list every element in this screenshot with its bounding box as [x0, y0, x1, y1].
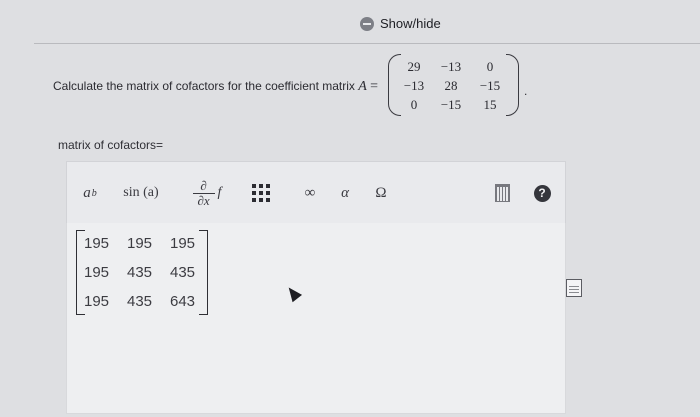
question-text: Calculate the matrix of cofactors for th… [53, 79, 378, 95]
matrix-variable: A [358, 79, 367, 94]
show-hide-label: Show/hide [380, 16, 441, 31]
spreadsheet-icon[interactable] [566, 279, 582, 297]
matrix-a-cell: −15 [479, 78, 501, 93]
divider [34, 43, 700, 44]
equals-sign: = [370, 79, 379, 94]
matrix-a-row: 0 −15 15 [397, 95, 509, 114]
power-base: a [83, 184, 91, 201]
matrix-grid-icon [252, 184, 270, 202]
infinity-button[interactable]: ∞ [299, 171, 321, 215]
omega-button[interactable]: Ω [371, 171, 391, 215]
partial-numerator: ∂ [200, 177, 207, 193]
cofactor-cell[interactable]: 435 [127, 290, 170, 319]
matrix-a-row: −13 28 −15 [397, 76, 509, 95]
cofactor-cell[interactable]: 195 [84, 290, 127, 319]
matrix-a-cell: 29 [407, 59, 421, 74]
cofactor-cell[interactable]: 195 [84, 232, 127, 261]
matrix-a-cell: 0 [486, 59, 494, 74]
matrix-a-cell: −13 [440, 59, 462, 74]
matrix-a-row: 29 −13 0 [397, 57, 509, 76]
help-icon: ? [533, 184, 551, 202]
matrix-a-cell: −15 [440, 97, 462, 112]
cofactor-cell[interactable]: 195 [84, 261, 127, 290]
matrix-a: 29 −13 0 −13 28 −15 0 −15 15 [397, 57, 509, 114]
partial-fraction: ∂ ∂x [192, 177, 215, 208]
power-button[interactable]: ab [73, 171, 107, 215]
show-hide-toggle[interactable]: Show/hide [360, 16, 441, 31]
cofactor-matrix[interactable]: 195 195 195 195 435 435 195 435 643 [84, 232, 213, 319]
omega-symbol: Ω [375, 184, 387, 201]
minus-circle-icon [360, 16, 374, 31]
sin-button[interactable]: sin (a) [115, 171, 167, 215]
right-paren [506, 54, 519, 116]
sin-label: sin (a) [123, 185, 159, 200]
cofactor-cell[interactable]: 195 [127, 232, 170, 261]
period: . [524, 84, 528, 98]
matrix-a-cell: 15 [483, 97, 497, 112]
partial-function: f [217, 185, 222, 200]
cofactor-row: 195 435 643 [84, 290, 213, 319]
matrix-button[interactable] [247, 171, 275, 215]
right-bracket [199, 230, 208, 315]
cofactor-cell[interactable]: 435 [127, 261, 170, 290]
infinity-symbol: ∞ [304, 184, 316, 201]
cofactor-row: 195 435 435 [84, 261, 213, 290]
cofactor-row: 195 195 195 [84, 232, 213, 261]
cofactor-label: matrix of cofactors= [58, 138, 164, 152]
power-exponent: b [91, 187, 97, 199]
partial-denominator: ∂x [197, 192, 210, 208]
question-prompt: Calculate the matrix of cofactors for th… [53, 79, 355, 93]
matrix-a-cell: 0 [410, 97, 418, 112]
math-toolbar: ab sin (a) ∂ ∂x f ∞ α Ω ? [66, 161, 566, 225]
help-button[interactable]: ? [529, 171, 555, 215]
partial-derivative-button[interactable]: ∂ ∂x f [183, 171, 231, 215]
alpha-symbol: α [341, 184, 349, 201]
trash-icon [494, 184, 510, 202]
matrix-a-cell: −13 [403, 78, 425, 93]
matrix-a-cell: 28 [444, 78, 458, 93]
trash-button[interactable] [489, 171, 515, 215]
alpha-button[interactable]: α [335, 171, 355, 215]
